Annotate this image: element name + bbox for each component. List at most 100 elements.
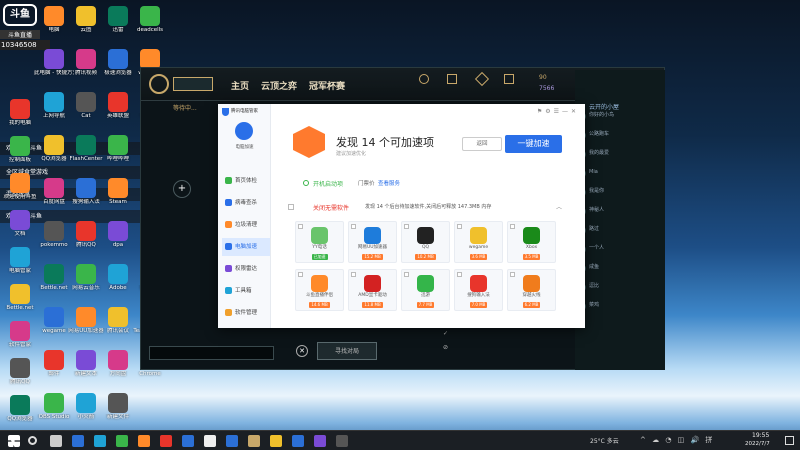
sidebar-item[interactable]: 首页体检: [222, 172, 270, 190]
friend-row[interactable]: 公路跑车: [577, 131, 659, 140]
app-card[interactable]: AMD显卡驱动 11.8 MB: [348, 269, 397, 311]
taskbar-app-icon[interactable]: [292, 435, 304, 447]
friend-row[interactable]: 逗比: [577, 283, 659, 292]
friend-row[interactable]: 我的最爱: [577, 150, 659, 159]
app-size-badge: 6.2 MB: [522, 302, 541, 308]
taskbar-app-icon[interactable]: [270, 435, 282, 447]
start-button[interactable]: [8, 435, 20, 447]
sidebar-item[interactable]: 工具箱: [222, 282, 270, 300]
play-button[interactable]: [173, 77, 213, 91]
app-checkbox[interactable]: [351, 272, 356, 277]
sidebar-item[interactable]: 病毒查杀: [222, 194, 270, 212]
find-match-button[interactable]: 寻找对局: [317, 342, 377, 360]
friend-name: 公路跑车: [589, 131, 610, 137]
taskbar-app-icon[interactable]: [336, 435, 348, 447]
friend-row[interactable]: 你好的小鸟: [577, 112, 659, 121]
store-icon[interactable]: [504, 74, 514, 84]
collapse-icon[interactable]: ︿: [556, 202, 562, 211]
app-size-badge: 7.0 MB: [469, 302, 488, 308]
app-card[interactable]: QQ 10.2 MB: [401, 221, 450, 263]
friend-row[interactable]: 路过: [577, 226, 659, 235]
app-checkbox[interactable]: [510, 224, 515, 229]
clock-date[interactable]: 2022/7/7: [745, 441, 770, 447]
apps-section-checkbox[interactable]: [288, 204, 294, 210]
app-checkbox[interactable]: [298, 272, 303, 277]
app-card[interactable]: 斗鱼直播伴侣 14.6 MB: [295, 269, 344, 311]
friend-row[interactable]: 一个人: [577, 245, 659, 254]
taskbar-app-icon[interactable]: [160, 435, 172, 447]
taskbar-app-icon[interactable]: [116, 435, 128, 447]
taskbar-app-icon[interactable]: [314, 435, 326, 447]
nav-tft[interactable]: 云顶之弈: [261, 79, 297, 92]
app-checkbox[interactable]: [457, 272, 462, 277]
collection-icon[interactable]: [447, 74, 457, 84]
home-icon[interactable]: [419, 74, 429, 84]
app-icon: [108, 393, 128, 413]
loot-icon[interactable]: [474, 71, 490, 87]
sidebar-item[interactable]: 软件管理: [222, 304, 270, 322]
app-icon: [76, 350, 96, 370]
chat-check-2[interactable]: ⊘: [443, 344, 448, 351]
sidebar-item-icon: [225, 221, 232, 228]
clock-time[interactable]: 19:55: [752, 432, 769, 439]
app-card[interactable]: 网易UU加速器 15.2 MB: [348, 221, 397, 263]
nav-clash[interactable]: 冠军杯赛: [309, 79, 345, 92]
app-icon: [523, 227, 540, 244]
app-card[interactable]: YY电话 已加速: [295, 221, 344, 263]
sidebar-item-icon: [225, 309, 232, 316]
app-size-badge: 15.2 MB: [362, 254, 383, 260]
taskbar-app-icon[interactable]: [138, 435, 150, 447]
startup-checkbox[interactable]: [303, 180, 309, 186]
sidebar-item[interactable]: 权限雷达: [222, 260, 270, 278]
taskbar-app-icon[interactable]: [182, 435, 194, 447]
search-icon[interactable]: [28, 436, 37, 445]
app-checkbox[interactable]: [351, 224, 356, 229]
taskbar-app-icon[interactable]: [204, 435, 216, 447]
nav-home[interactable]: 主页: [231, 79, 249, 92]
chat-input[interactable]: [149, 346, 274, 360]
friend-row[interactable]: 神秘人: [577, 207, 659, 216]
app-icon: [76, 393, 96, 413]
sidebar-item[interactable]: 电脑加速: [222, 238, 270, 256]
app-card[interactable]: 搜狗输入法 7.0 MB: [454, 269, 503, 311]
friend-row[interactable]: Mia: [577, 169, 659, 178]
app-checkbox[interactable]: [404, 272, 409, 277]
notification-icon[interactable]: [785, 436, 794, 445]
taskbar-app-icon[interactable]: [50, 435, 62, 447]
one-click-accel-button[interactable]: 一键加速: [505, 135, 562, 153]
close-party-icon[interactable]: ✕: [296, 345, 308, 357]
sidebar-item[interactable]: 垃圾清理: [222, 216, 270, 234]
friend-row[interactable]: 我是你: [577, 188, 659, 197]
weather-label[interactable]: 25°C 多云: [590, 436, 619, 445]
friends-header: 云开的小屋: [589, 104, 620, 111]
app-name: YY电话: [312, 245, 327, 250]
desktop-icon[interactable]: 新建文件: [98, 391, 138, 431]
app-card[interactable]: Xbox 3.5 MB: [507, 221, 556, 263]
app-checkbox[interactable]: [298, 224, 303, 229]
app-name: 搜狗输入法: [467, 293, 490, 298]
shield-logo-icon: [222, 108, 229, 116]
friend-row[interactable]: 菜鸡: [577, 302, 659, 311]
desktop-icon[interactable]: deadcells: [130, 4, 170, 44]
app-checkbox[interactable]: [457, 224, 462, 229]
app-icon: [417, 227, 434, 244]
app-checkbox[interactable]: [510, 272, 515, 277]
user-avatar[interactable]: [235, 122, 253, 140]
friend-row[interactable]: 咸鱼: [577, 264, 659, 273]
startup-link[interactable]: 查看服务: [378, 179, 400, 187]
taskbar-app-icon[interactable]: [72, 435, 84, 447]
lol-logo-icon: [149, 74, 169, 94]
app-card[interactable]: wegame 3.6 MB: [454, 221, 503, 263]
taskbar-app-icon[interactable]: [94, 435, 106, 447]
app-card[interactable]: 迅游 7.7 MB: [401, 269, 450, 311]
taskbar-app-icon[interactable]: [248, 435, 260, 447]
app-icon: [76, 178, 96, 198]
app-card[interactable]: 穿越火线 6.2 MB: [507, 269, 556, 311]
taskbar-app-icon[interactable]: [226, 435, 238, 447]
app-checkbox[interactable]: [404, 224, 409, 229]
reset-button[interactable]: 返回: [462, 137, 502, 151]
tray-icons[interactable]: ^ ☁ ◔ ◫ 🔊 拼: [640, 435, 714, 445]
app-icon: [108, 178, 128, 198]
invite-plus-button[interactable]: +: [173, 180, 191, 198]
chat-check-1[interactable]: ✓: [443, 330, 448, 337]
